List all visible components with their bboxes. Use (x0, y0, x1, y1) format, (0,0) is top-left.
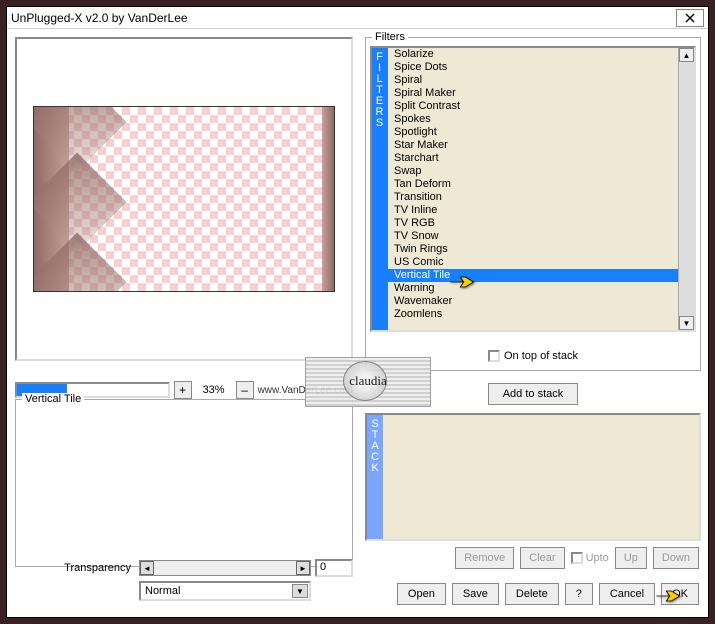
preview-image (33, 106, 335, 292)
preview-box (15, 37, 353, 361)
remove-button[interactable]: Remove (455, 547, 514, 569)
list-item[interactable]: Star Maker (388, 139, 678, 152)
list-item[interactable]: TV RGB (388, 217, 678, 230)
stack-buttons: Remove Clear Upto Up Down (365, 547, 701, 569)
filters-legend: Filters (372, 31, 408, 43)
scroll-down-icon[interactable]: ▼ (679, 316, 694, 330)
delete-button[interactable]: Delete (505, 583, 559, 605)
right-pane: Filters FILTERS SolarizeSpice DotsSpiral… (365, 35, 703, 611)
list-item[interactable]: Vertical Tile (388, 269, 678, 282)
save-button[interactable]: Save (452, 583, 499, 605)
titlebar: UnPlugged-X v2.0 by VanDerLee (7, 7, 708, 29)
blend-mode-value: Normal (145, 585, 180, 597)
list-item[interactable]: Spokes (388, 113, 678, 126)
transparency-input[interactable]: 0 (315, 559, 353, 577)
zoom-in-button[interactable]: + (174, 381, 192, 399)
list-item[interactable]: US Comic (388, 256, 678, 269)
stack-list: STACK (365, 413, 701, 541)
cancel-button[interactable]: Cancel (599, 583, 655, 605)
dialog-buttons: Open Save Delete ? Cancel OK (365, 583, 701, 605)
scroll-right-icon[interactable]: ► (296, 561, 310, 575)
down-button[interactable]: Down (653, 547, 699, 569)
scroll-left-icon[interactable]: ◄ (140, 561, 154, 575)
filter-settings-group: Vertical Tile (15, 399, 353, 567)
filters-scrollbar[interactable]: ▲ ▼ (678, 48, 694, 330)
list-item[interactable]: Solarize (388, 48, 678, 61)
up-button[interactable]: Up (615, 547, 647, 569)
filters-list: FILTERS SolarizeSpice DotsSpiralSpiral M… (370, 46, 696, 332)
filter-settings-legend: Vertical Tile (22, 393, 84, 405)
chevron-down-icon[interactable]: ▼ (292, 584, 308, 598)
transparency-scrollbar[interactable]: ◄ ► (139, 560, 311, 576)
list-item[interactable]: Spotlight (388, 126, 678, 139)
blend-mode-select[interactable]: Normal ▼ (139, 581, 311, 601)
filters-vertical-tab: FILTERS (372, 48, 388, 330)
zoom-value: 33% (196, 384, 232, 396)
list-item[interactable]: Tan Deform (388, 178, 678, 191)
window-title: UnPlugged-X v2.0 by VanDerLee (11, 11, 676, 25)
list-item[interactable]: TV Inline (388, 204, 678, 217)
list-item[interactable]: TV Snow (388, 230, 678, 243)
list-item[interactable]: Split Contrast (388, 100, 678, 113)
ontop-label: On top of stack (504, 350, 578, 362)
list-item[interactable]: Spiral (388, 74, 678, 87)
clear-button[interactable]: Clear (520, 547, 564, 569)
left-pane: + 33% – www.VanDerLee.com Vertical Tile … (13, 35, 357, 611)
close-button[interactable] (676, 9, 704, 27)
upto-label: Upto (586, 552, 609, 564)
ok-button[interactable]: OK (661, 583, 699, 605)
zoom-out-button[interactable]: – (236, 381, 254, 399)
open-button[interactable]: Open (397, 583, 446, 605)
ontop-checkbox[interactable] (488, 350, 500, 362)
filters-group: Filters FILTERS SolarizeSpice DotsSpiral… (365, 37, 701, 371)
list-item[interactable]: Zoomlens (388, 308, 678, 321)
stack-vertical-tab: STACK (367, 415, 383, 539)
list-item[interactable]: Starchart (388, 152, 678, 165)
list-item[interactable]: Swap (388, 165, 678, 178)
transparency-label: Transparency (15, 562, 135, 574)
list-item[interactable]: Wavemaker (388, 295, 678, 308)
upto-checkbox[interactable] (571, 552, 583, 564)
content: + 33% – www.VanDerLee.com Vertical Tile … (7, 29, 708, 617)
add-to-stack-button[interactable]: Add to stack (488, 383, 578, 405)
list-item[interactable]: Transition (388, 191, 678, 204)
help-button[interactable]: ? (565, 583, 593, 605)
list-item[interactable]: Warning (388, 282, 678, 295)
ontop-row: On top of stack (366, 350, 700, 362)
app-window: UnPlugged-X v2.0 by VanDerLee + 33% – ww… (6, 6, 709, 618)
list-item[interactable]: Spice Dots (388, 61, 678, 74)
bottom-controls: Transparency ◄ ► 0 Normal ▼ (15, 559, 353, 605)
brand-link[interactable]: www.VanDerLee.com (258, 385, 353, 396)
list-item[interactable]: Spiral Maker (388, 87, 678, 100)
scroll-up-icon[interactable]: ▲ (679, 48, 694, 62)
list-item[interactable]: Twin Rings (388, 243, 678, 256)
